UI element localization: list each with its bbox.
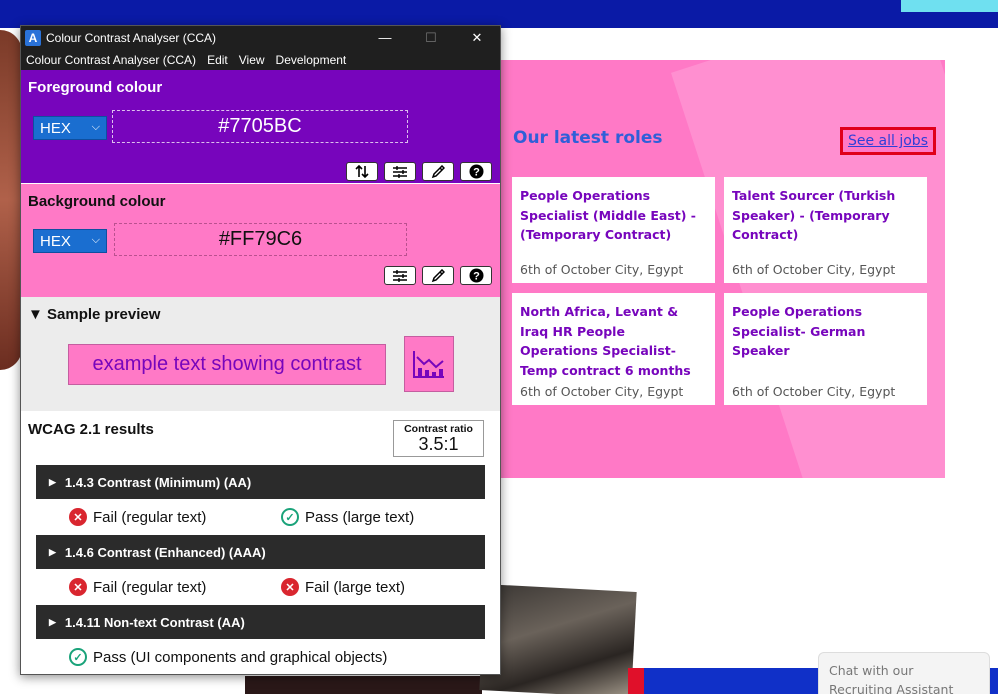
job-location: 6th of October City, Egypt [732, 262, 896, 277]
result-text: Fail (large text) [305, 578, 406, 596]
result-text: Pass (large text) [305, 508, 415, 526]
result-regular-text: ✕ Fail (regular text) [69, 508, 206, 526]
sample-graphic-preview [404, 336, 454, 392]
job-title[interactable]: Talent Sourcer (Turkish Speaker) - (Temp… [732, 186, 919, 245]
foreground-heading: Foreground colour [28, 79, 163, 96]
job-card[interactable]: North Africa, Levant & Iraq HR People Op… [512, 293, 715, 405]
background-hex-input[interactable]: #FF79C6 [114, 223, 407, 256]
sample-preview-toggle[interactable]: ▼ Sample preview [28, 306, 160, 323]
site-bottom-red-strip [628, 668, 644, 694]
eyedropper-icon [431, 164, 445, 178]
window-title: Colour Contrast Analyser (CCA) [46, 30, 217, 45]
result-text: Fail (regular text) [93, 508, 207, 526]
result-large-text: ✓ Pass (large text) [281, 508, 414, 526]
foreground-format-value: HEX [40, 119, 71, 137]
roles-title: Our latest roles [513, 128, 663, 148]
job-card[interactable]: People Operations Specialist- German Spe… [724, 293, 927, 405]
criterion-1-4-3-toggle[interactable]: ▶ 1.4.3 Contrast (Minimum) (AA) [36, 465, 485, 499]
foreground-format-select[interactable]: HEX ⌵ [33, 116, 107, 140]
menu-bar: Colour Contrast Analyser (CCA) Edit View… [21, 49, 500, 70]
sliders-icon [393, 270, 407, 282]
chevron-down-icon: ⌵ [91, 234, 100, 246]
fail-icon: ✕ [69, 508, 87, 526]
svg-text:?: ? [473, 167, 480, 179]
contrast-ratio-box: Contrast ratio 3.5:1 [393, 420, 484, 457]
minimize-button[interactable]: — [362, 26, 408, 49]
help-icon: ? [469, 268, 483, 283]
job-card[interactable]: Talent Sourcer (Turkish Speaker) - (Temp… [724, 177, 927, 283]
pass-icon: ✓ [69, 648, 87, 666]
site-left-photo [0, 30, 22, 370]
job-location: 6th of October City, Egypt [732, 384, 896, 399]
see-all-jobs-link[interactable]: See all jobs [840, 127, 936, 155]
cca-window: A Colour Contrast Analyser (CCA) — ☐ ✕ C… [20, 25, 501, 675]
job-title[interactable]: North Africa, Levant & Iraq HR People Op… [520, 302, 707, 380]
fail-icon: ✕ [281, 578, 299, 596]
background-eyedropper-button[interactable] [422, 266, 454, 285]
background-section: Background colour HEX ⌵ #FF79C6 ? [21, 184, 500, 297]
background-help-button[interactable]: ? [460, 266, 492, 285]
expand-triangle-icon: ▶ [49, 546, 56, 557]
expand-triangle-icon: ▶ [49, 616, 56, 627]
team-photo [479, 584, 637, 694]
swap-colours-button[interactable] [346, 162, 378, 181]
background-sliders-button[interactable] [384, 266, 416, 285]
title-bar: A Colour Contrast Analyser (CCA) — ☐ ✕ [21, 26, 500, 49]
background-format-value: HEX [40, 232, 71, 250]
result-text: Pass (UI components and graphical object… [93, 648, 388, 666]
menu-development[interactable]: Development [276, 53, 347, 67]
chart-icon [413, 351, 444, 378]
sliders-icon [393, 166, 407, 178]
fail-icon: ✕ [69, 578, 87, 596]
site-top-navbar [0, 0, 998, 28]
help-icon: ? [469, 164, 483, 179]
wcag-results-section: WCAG 2.1 results Contrast ratio 3.5:1 ▶ … [21, 411, 500, 674]
roles-panel: Our latest roles See all jobs People Ope… [500, 60, 945, 478]
eyedropper-icon [431, 268, 445, 282]
chat-widget[interactable]: Chat with our Recruiting Assistant [818, 652, 990, 694]
cca-app-icon: A [25, 29, 41, 46]
criterion-label: 1.4.11 Non-text Contrast (AA) [64, 614, 245, 630]
sample-preview-section: ▼ Sample preview example text showing co… [21, 297, 500, 411]
sample-text-preview: example text showing contrast [68, 344, 386, 385]
maximize-button[interactable]: ☐ [408, 26, 454, 49]
result-regular-text: ✕ Fail (regular text) [69, 578, 206, 596]
criterion-label: 1.4.6 Contrast (Enhanced) (AAA) [64, 544, 266, 560]
foreground-hex-input[interactable]: #7705BC [112, 110, 408, 143]
swap-icon [355, 165, 369, 178]
criterion-1-4-6-toggle[interactable]: ▶ 1.4.6 Contrast (Enhanced) (AAA) [36, 535, 485, 569]
foreground-section: Foreground colour HEX ⌵ #7705BC ? [21, 70, 500, 184]
expand-triangle-icon: ▶ [49, 476, 56, 487]
job-title[interactable]: People Operations Specialist (Middle Eas… [520, 186, 707, 245]
job-title[interactable]: People Operations Specialist- German Spe… [732, 302, 919, 361]
close-button[interactable]: ✕ [454, 26, 500, 49]
wcag-results-heading: WCAG 2.1 results [28, 421, 154, 438]
criterion-label: 1.4.3 Contrast (Minimum) (AA) [64, 474, 252, 490]
result-large-text: ✕ Fail (large text) [281, 578, 405, 596]
result-ui-components: ✓ Pass (UI components and graphical obje… [69, 648, 387, 666]
pass-icon: ✓ [281, 508, 299, 526]
foreground-eyedropper-button[interactable] [422, 162, 454, 181]
menu-app[interactable]: Colour Contrast Analyser (CCA) [26, 53, 196, 67]
foreground-help-button[interactable]: ? [460, 162, 492, 181]
criterion-1-4-11-toggle[interactable]: ▶ 1.4.11 Non-text Contrast (AA) [36, 605, 485, 639]
menu-edit[interactable]: Edit [207, 53, 228, 67]
site-top-navbar-button[interactable] [901, 0, 998, 12]
svg-text:?: ? [473, 271, 480, 283]
chevron-down-icon: ⌵ [91, 121, 100, 133]
job-location: 6th of October City, Egypt [520, 262, 684, 277]
menu-view[interactable]: View [239, 53, 265, 67]
foreground-sliders-button[interactable] [384, 162, 416, 181]
result-text: Fail (regular text) [93, 578, 207, 596]
background-format-select[interactable]: HEX ⌵ [33, 229, 107, 253]
window-controls: — ☐ ✕ [362, 26, 500, 49]
background-heading: Background colour [28, 193, 166, 210]
job-location: 6th of October City, Egypt [520, 384, 684, 399]
contrast-ratio-value: 3.5:1 [418, 434, 459, 454]
job-card[interactable]: People Operations Specialist (Middle Eas… [512, 177, 715, 283]
site-bottom-left-strip [245, 676, 482, 694]
